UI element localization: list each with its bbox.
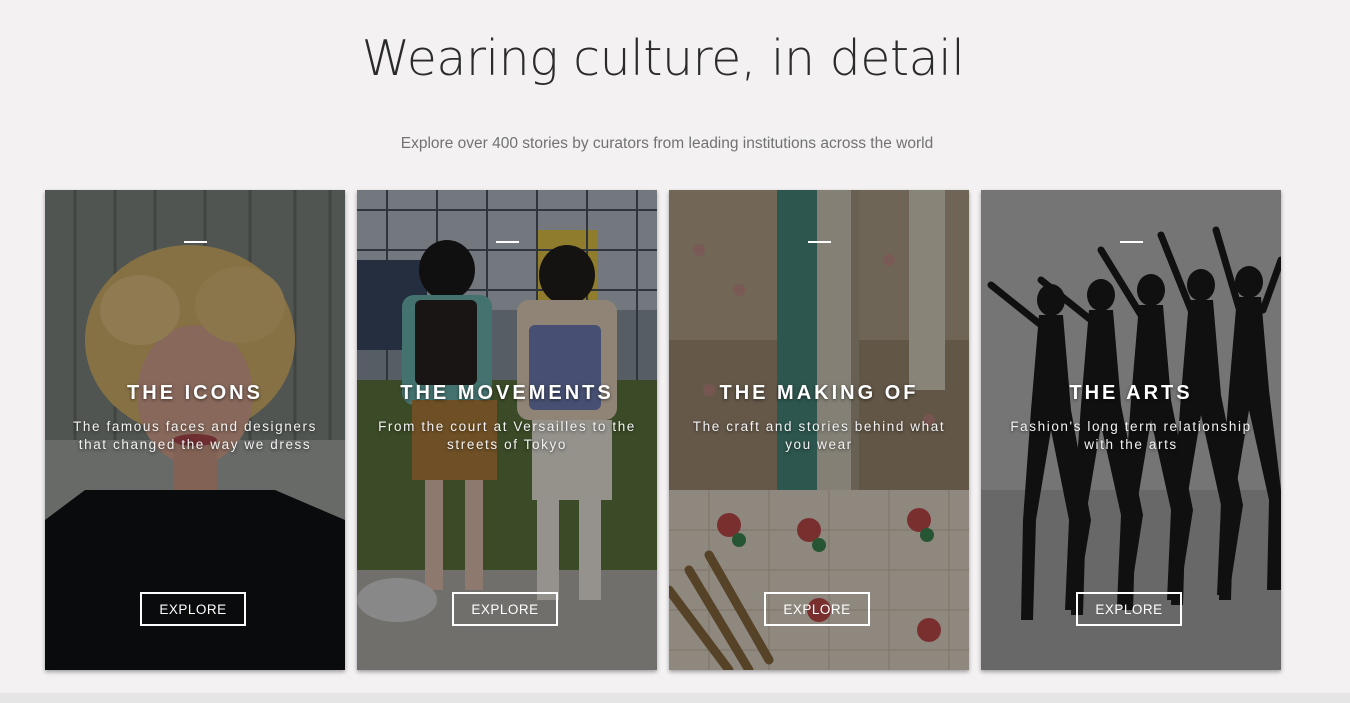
card-the-making-of[interactable]: THE MAKING OF The craft and stories behi… (669, 190, 969, 670)
explore-button[interactable]: EXPLORE (764, 592, 870, 626)
card-title: THE ICONS (127, 382, 263, 404)
card-description: The famous faces and designers that chan… (73, 419, 317, 452)
card-the-movements[interactable]: THE MOVEMENTS From the court at Versaill… (357, 190, 657, 670)
card-description: Fashion's long term relationship with th… (1010, 419, 1252, 452)
explore-button[interactable]: EXPLORE (452, 592, 558, 626)
explore-button[interactable]: EXPLORE (1076, 592, 1182, 626)
card-title: THE MAKING OF (719, 382, 919, 404)
card-title: THE MOVEMENTS (400, 382, 614, 404)
dash-divider (496, 241, 519, 243)
story-cards: THE ICONS The famous faces and designers… (45, 190, 1281, 670)
explore-button[interactable]: EXPLORE (140, 592, 246, 626)
dash-divider (184, 241, 207, 243)
dash-divider (1120, 241, 1143, 243)
page-subtitle: Explore over 400 stories by curators fro… (400, 135, 934, 152)
card-description: The craft and stories behind what you we… (692, 419, 946, 452)
dash-divider (808, 241, 831, 243)
card-the-icons[interactable]: THE ICONS The famous faces and designers… (45, 190, 345, 670)
footer-band (0, 693, 1350, 703)
card-description: From the court at Versailles to the stre… (378, 419, 636, 452)
card-the-arts[interactable]: THE ARTS Fashion's long term relationshi… (981, 190, 1281, 670)
page-title: Wearing culture, in detail (361, 30, 965, 87)
card-title: THE ARTS (1069, 382, 1193, 404)
